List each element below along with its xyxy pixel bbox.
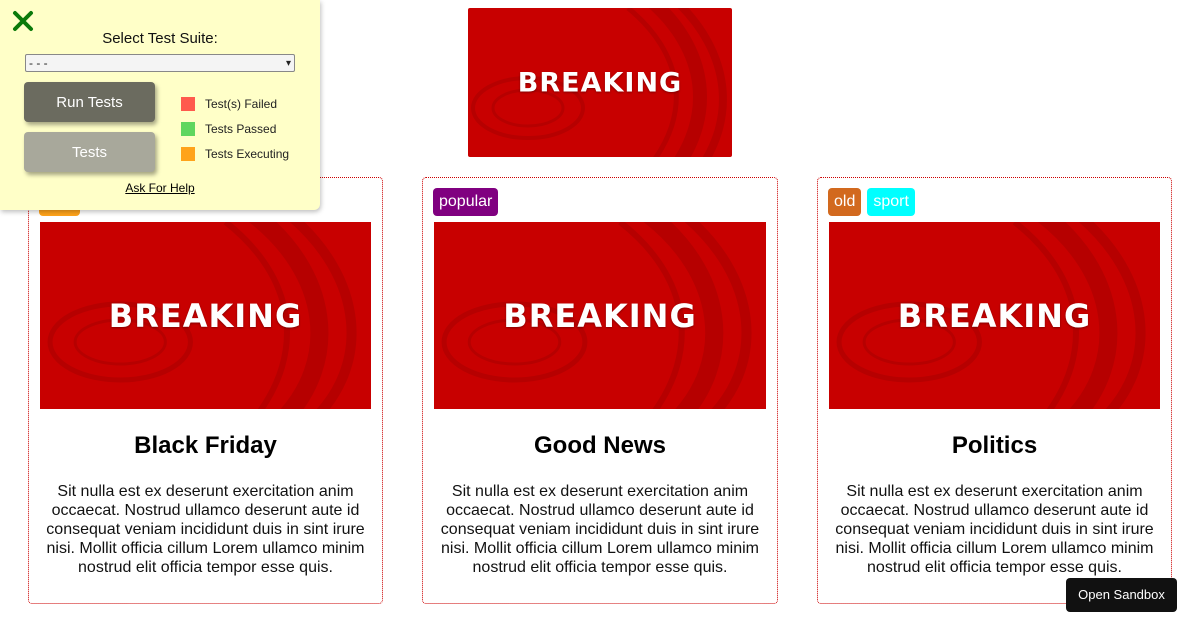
tag-sport[interactable]: sport: [867, 188, 915, 216]
card-body: Sit nulla est ex deserunt exercitation a…: [46, 483, 365, 576]
ask-for-help-link[interactable]: Ask For Help: [0, 181, 320, 195]
card-image: BREAKING: [829, 222, 1160, 409]
select-value: - - -: [29, 56, 48, 70]
card-title: Good News: [533, 432, 666, 459]
test-suite-select[interactable]: - - - ▾: [25, 54, 295, 72]
tag-old[interactable]: old: [828, 188, 862, 216]
page: BREAKING new BREAKING Black: [0, 0, 1200, 630]
legend-label: Test(s) Failed: [205, 96, 278, 111]
card-title: Black Friday: [134, 432, 277, 459]
passed-swatch: [181, 121, 195, 136]
open-sandbox-button[interactable]: Open Sandbox: [1066, 578, 1177, 612]
test-status-legend: Test(s) Failed Tests Passed Tests Execut…: [181, 91, 289, 166]
tests-button[interactable]: Tests: [24, 132, 155, 172]
card-image-text: BREAKING: [108, 296, 303, 335]
legend-item-failed: Test(s) Failed: [181, 91, 289, 116]
test-runner-panel: Select Test Suite: - - - ▾ Run Tests Tes…: [0, 0, 320, 210]
card-image-text: BREAKING: [503, 296, 697, 335]
card-body: Sit nulla est ex deserunt exercitation a…: [440, 483, 760, 576]
legend-label: Tests Passed: [205, 121, 277, 136]
hero-image-text: BREAKING: [517, 67, 683, 98]
tag-popular[interactable]: popular: [433, 188, 499, 216]
card-image: BREAKING: [434, 222, 766, 409]
card-body: Sit nulla est ex deserunt exercitation a…: [835, 483, 1154, 576]
legend-label: Tests Executing: [205, 146, 290, 161]
card-image-text: BREAKING: [897, 296, 1092, 335]
legend-item-passed: Tests Passed: [181, 116, 289, 141]
hero-breaking-image: BREAKING: [468, 8, 732, 157]
article-card-politics[interactable]: old sport BREAKING Politics Sit nulla es…: [817, 177, 1172, 604]
chevron-down-icon: ▾: [285, 57, 291, 69]
tag-list: old sport: [828, 188, 915, 216]
article-card-good-news[interactable]: popular BREAKING Good News Sit nulla est…: [422, 177, 778, 604]
test-suite-label: Select Test Suite:: [102, 30, 218, 47]
failed-swatch: [181, 96, 195, 111]
card-image: BREAKING: [40, 222, 371, 409]
run-tests-button[interactable]: Run Tests: [24, 82, 155, 122]
card-title: Politics: [951, 432, 1038, 459]
legend-item-executing: Tests Executing: [181, 141, 289, 166]
article-card-black-friday[interactable]: new BREAKING Black Friday Sit nulla est …: [28, 177, 383, 604]
tag-list: popular: [433, 188, 499, 216]
executing-swatch: [181, 146, 195, 161]
